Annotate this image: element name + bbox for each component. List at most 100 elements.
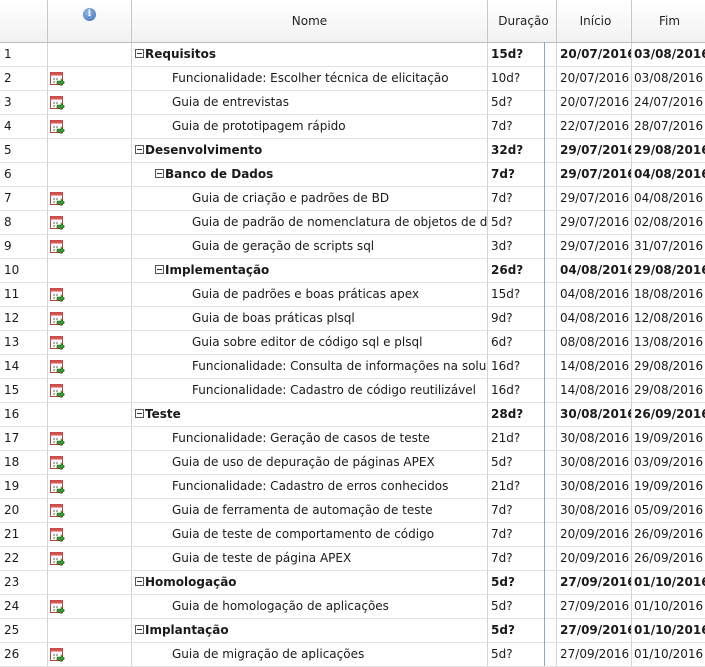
row-id[interactable]: 6 xyxy=(0,163,48,186)
row-id[interactable]: 1 xyxy=(0,43,48,66)
task-row[interactable]: 18 Guia de uso de depuração de páginas AP… xyxy=(0,451,705,475)
task-duration[interactable]: 5d? xyxy=(488,619,557,642)
task-end[interactable]: 19/09/2016 xyxy=(632,475,705,498)
task-name-cell[interactable]: Guia de boas práticas plsql xyxy=(132,307,488,330)
header-duration[interactable]: Duração xyxy=(488,0,557,42)
task-end[interactable]: 02/08/2016 xyxy=(632,211,705,234)
task-end[interactable]: 29/08/2016 xyxy=(632,139,705,162)
row-id[interactable]: 20 xyxy=(0,499,48,522)
task-duration[interactable]: 21d? xyxy=(488,427,557,450)
task-duration[interactable]: 10d? xyxy=(488,67,557,90)
row-id[interactable]: 24 xyxy=(0,595,48,618)
row-id[interactable]: 26 xyxy=(0,643,48,666)
summary-task-row[interactable]: 1 Requisitos 15d? 20/07/2016 03/08/2016 xyxy=(0,43,705,67)
header-id[interactable] xyxy=(0,0,48,42)
task-duration[interactable]: 7d? xyxy=(488,547,557,570)
task-start[interactable]: 04/08/2016 xyxy=(557,283,632,306)
collapse-minus-icon[interactable] xyxy=(135,145,144,154)
task-start[interactable]: 20/09/2016 xyxy=(557,547,632,570)
task-start[interactable]: 30/08/2016 xyxy=(557,499,632,522)
task-row[interactable]: 24 Guia de homologação de aplicações 5d? 27… xyxy=(0,595,705,619)
task-start[interactable]: 14/08/2016 xyxy=(557,379,632,402)
task-start[interactable]: 22/07/2016 xyxy=(557,115,632,138)
task-row[interactable]: 19 Funcionalidade: Cadastro de erros conh… xyxy=(0,475,705,499)
task-row[interactable]: 14 Funcionalidade: Consulta de informaçõe… xyxy=(0,355,705,379)
task-end[interactable]: 04/08/2016 xyxy=(632,163,705,186)
task-end[interactable]: 29/08/2016 xyxy=(632,379,705,402)
task-end[interactable]: 05/09/2016 xyxy=(632,499,705,522)
header-start[interactable]: Início xyxy=(557,0,632,42)
task-end[interactable]: 28/07/2016 xyxy=(632,115,705,138)
task-end[interactable]: 13/08/2016 xyxy=(632,331,705,354)
task-name-cell[interactable]: Guia sobre editor de código sql e plsql xyxy=(132,331,488,354)
header-name[interactable]: Nome xyxy=(132,0,488,42)
task-start[interactable]: 30/08/2016 xyxy=(557,427,632,450)
task-duration[interactable]: 7d? xyxy=(488,499,557,522)
task-end[interactable]: 01/10/2016 xyxy=(632,643,705,666)
summary-task-row[interactable]: 5 Desenvolvimento 32d? 29/07/2016 29/08/2016 xyxy=(0,139,705,163)
task-name-cell[interactable]: Implementação xyxy=(132,259,488,282)
row-id[interactable]: 14 xyxy=(0,355,48,378)
task-duration[interactable]: 21d? xyxy=(488,475,557,498)
task-name-cell[interactable]: Guia de padrão de nomenclatura de objeto… xyxy=(132,211,488,234)
collapse-minus-icon[interactable] xyxy=(135,409,144,418)
task-end[interactable]: 01/10/2016 xyxy=(632,619,705,642)
task-duration[interactable]: 16d? xyxy=(488,379,557,402)
task-row[interactable]: 13 Guia sobre editor de código sql e plsq… xyxy=(0,331,705,355)
task-duration[interactable]: 32d? xyxy=(488,139,557,162)
task-start[interactable]: 08/08/2016 xyxy=(557,331,632,354)
task-start[interactable]: 27/09/2016 xyxy=(557,619,632,642)
task-start[interactable]: 30/08/2016 xyxy=(557,451,632,474)
row-id[interactable]: 8 xyxy=(0,211,48,234)
row-id[interactable]: 18 xyxy=(0,451,48,474)
task-name-cell[interactable]: Teste xyxy=(132,403,488,426)
task-start[interactable]: 14/08/2016 xyxy=(557,355,632,378)
task-name-cell[interactable]: Guia de ferramenta de automação de teste xyxy=(132,499,488,522)
task-start[interactable]: 29/07/2016 xyxy=(557,235,632,258)
task-name-cell[interactable]: Funcionalidade: Geração de casos de test… xyxy=(132,427,488,450)
summary-task-row[interactable]: 10 Implementação 26d? 04/08/2016 29/08/2016 xyxy=(0,259,705,283)
task-start[interactable]: 29/07/2016 xyxy=(557,139,632,162)
task-name-cell[interactable]: Funcionalidade: Cadastro de código reuti… xyxy=(132,379,488,402)
task-row[interactable]: 20 Guia de ferramenta de automação de tes… xyxy=(0,499,705,523)
task-start[interactable]: 30/08/2016 xyxy=(557,475,632,498)
task-duration[interactable]: 28d? xyxy=(488,403,557,426)
task-start[interactable]: 27/09/2016 xyxy=(557,595,632,618)
task-start[interactable]: 20/07/2016 xyxy=(557,91,632,114)
task-end[interactable]: 01/10/2016 xyxy=(632,595,705,618)
task-name-cell[interactable]: Funcionalidade: Escolher técnica de elic… xyxy=(132,67,488,90)
task-end[interactable]: 03/08/2016 xyxy=(632,43,705,66)
task-name-cell[interactable]: Guia de entrevistas xyxy=(132,91,488,114)
task-duration[interactable]: 16d? xyxy=(488,355,557,378)
row-id[interactable]: 4 xyxy=(0,115,48,138)
task-duration[interactable]: 15d? xyxy=(488,283,557,306)
row-id[interactable]: 9 xyxy=(0,235,48,258)
task-end[interactable]: 12/08/2016 xyxy=(632,307,705,330)
collapse-minus-icon[interactable] xyxy=(135,49,144,58)
task-name-cell[interactable]: Requisitos xyxy=(132,43,488,66)
task-name-cell[interactable]: Guia de teste de comportamento de código xyxy=(132,523,488,546)
row-id[interactable]: 19 xyxy=(0,475,48,498)
task-end[interactable]: 19/09/2016 xyxy=(632,427,705,450)
row-id[interactable]: 5 xyxy=(0,139,48,162)
task-name-cell[interactable]: Funcionalidade: Consulta de informações … xyxy=(132,355,488,378)
task-name-cell[interactable]: Guia de uso de depuração de páginas APEX xyxy=(132,451,488,474)
task-end[interactable]: 18/08/2016 xyxy=(632,283,705,306)
task-start[interactable]: 04/08/2016 xyxy=(557,259,632,282)
task-row[interactable]: 3 Guia de entrevistas 5d? 20/07/2016 24/07/2… xyxy=(0,91,705,115)
task-end[interactable]: 26/09/2016 xyxy=(632,547,705,570)
task-start[interactable]: 20/07/2016 xyxy=(557,67,632,90)
task-start[interactable]: 29/07/2016 xyxy=(557,163,632,186)
task-duration[interactable]: 15d? xyxy=(488,43,557,66)
task-end[interactable]: 01/10/2016 xyxy=(632,571,705,594)
row-id[interactable]: 23 xyxy=(0,571,48,594)
row-id[interactable]: 25 xyxy=(0,619,48,642)
task-duration[interactable]: 5d? xyxy=(488,643,557,666)
task-start[interactable]: 27/09/2016 xyxy=(557,643,632,666)
task-end[interactable]: 24/07/2016 xyxy=(632,91,705,114)
task-duration[interactable]: 3d? xyxy=(488,235,557,258)
row-id[interactable]: 10 xyxy=(0,259,48,282)
task-name-cell[interactable]: Implantação xyxy=(132,619,488,642)
task-duration[interactable]: 5d? xyxy=(488,91,557,114)
task-name-cell[interactable]: Guia de migração de aplicações xyxy=(132,643,488,666)
